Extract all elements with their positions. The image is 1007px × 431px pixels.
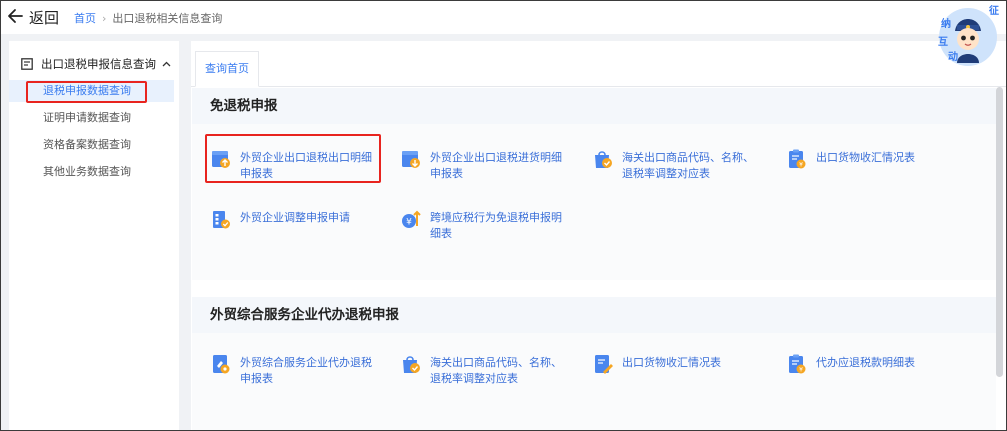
- sidebar: 出口退税申报信息查询 退税申报数据查询 证明申请数据查询 资格备案数据查询 其他…: [9, 41, 179, 430]
- breadcrumb-home[interactable]: 首页: [74, 10, 96, 26]
- document-icon: [21, 58, 33, 70]
- building-check-icon: [213, 211, 230, 229]
- top-header: 返回 首页 › 出口退税相关信息查询: [1, 1, 1006, 34]
- box-up-icon: [212, 151, 230, 168]
- sidebar-item-qualification-filing[interactable]: 资格备案数据查询: [9, 134, 174, 156]
- item-export-forex-receipt[interactable]: 出口货物收汇情况表: [592, 355, 764, 375]
- svg-text:¥: ¥: [799, 367, 803, 374]
- section-tax-exemption-refund: 免退税申报 外贸企业出口退税出口明细申报表 外贸企业出口退税进货明细申报表 海关…: [192, 88, 996, 280]
- assistant-mascot-icon[interactable]: 征 纳 互 动: [935, 3, 1001, 67]
- item-label: 外贸综合服务企业代办退税申报表: [240, 356, 372, 385]
- item-purchase-detail-declaration[interactable]: 外贸企业出口退税进货明细申报表: [400, 150, 570, 182]
- mascot-char-4: 动: [948, 50, 958, 63]
- sidebar-group-header[interactable]: 出口退税申报信息查询: [21, 55, 171, 73]
- breadcrumb: 首页 › 出口退税相关信息查询: [74, 10, 222, 26]
- doc-edit-icon: [595, 355, 613, 374]
- item-label: 跨境应税行为免退税申报明细表: [430, 211, 562, 240]
- chevron-up-icon: [162, 61, 171, 66]
- item-label: 海关出口商品代码、名称、退税率调整对应表: [622, 151, 754, 180]
- svg-text:¥: ¥: [406, 218, 412, 228]
- mascot-char-3: 互: [938, 36, 948, 48]
- back-arrow-icon[interactable]: [7, 7, 23, 25]
- breadcrumb-current: 出口退税相关信息查询: [112, 12, 223, 25]
- breadcrumb-separator-icon: ›: [102, 11, 107, 25]
- sidebar-item-refund-declaration[interactable]: 退税申报数据查询: [9, 80, 174, 102]
- item-comprehensive-refund-declaration[interactable]: 外贸综合服务企业代办退税申报表: [210, 355, 380, 387]
- clipboard-coin-icon: ¥: [789, 149, 806, 169]
- tab-query-home[interactable]: 查询首页: [195, 51, 259, 87]
- item-label: 外贸企业出口退税出口明细申报表: [240, 151, 372, 180]
- item-export-forex-receipt[interactable]: ¥ 出口货物收汇情况表: [786, 149, 956, 170]
- item-export-detail-declaration[interactable]: 外贸企业出口退税出口明细申报表: [210, 150, 380, 182]
- app-frame: 返回 首页 › 出口退税相关信息查询 出口退税申报信息查询 退税申报数据查询 证…: [0, 0, 1007, 431]
- bag-check-icon: [595, 151, 612, 168]
- sidebar-item-other-business[interactable]: 其他业务数据查询: [9, 161, 174, 183]
- main-panel: 查询首页 免退税申报 外贸企业出口退税出口明细申报表 外贸企业出口退税进货明细申…: [191, 41, 1006, 430]
- item-customs-code-table[interactable]: 海关出口商品代码、名称、退税率调整对应表: [592, 150, 764, 182]
- back-button[interactable]: 返回: [29, 7, 59, 28]
- item-label: 海关出口商品代码、名称、退税率调整对应表: [430, 356, 562, 385]
- item-label: 出口货物收汇情况表: [622, 356, 721, 369]
- item-customs-code-table[interactable]: 海关出口商品代码、名称、退税率调整对应表: [400, 355, 572, 387]
- box-down-icon: [402, 151, 420, 168]
- item-label: 外贸企业出口退税进货明细申报表: [430, 151, 562, 180]
- sidebar-group-label: 出口退税申报信息查询: [41, 57, 156, 71]
- item-agent-refund-detail[interactable]: ¥ 代办应退税款明细表: [786, 354, 956, 375]
- mascot-char-2: 纳: [941, 17, 951, 30]
- item-adjustment-application[interactable]: 外贸企业调整申报申请: [210, 210, 380, 230]
- coin-arrow-icon: ¥: [402, 210, 421, 228]
- svg-text:¥: ¥: [799, 162, 803, 169]
- item-label: 外贸企业调整申报申请: [240, 211, 350, 224]
- item-label: 出口货物收汇情况表: [816, 151, 915, 164]
- sidebar-item-certificate-application[interactable]: 证明申请数据查询: [9, 107, 174, 129]
- tab-bar: 查询首页: [191, 41, 1006, 87]
- bag-check-icon: [403, 356, 420, 373]
- item-cross-border-taxable-detail[interactable]: ¥ 跨境应税行为免退税申报明细表: [400, 210, 570, 242]
- section-comprehensive-service-refund: 外贸综合服务企业代办退税申报 外贸综合服务企业代办退税申报表 海关出口商品代码、…: [192, 297, 996, 430]
- section-body: 外贸企业出口退税出口明细申报表 外贸企业出口退税进货明细申报表 海关出口商品代码…: [192, 124, 996, 280]
- doc-gear-icon: [213, 355, 230, 374]
- section-body: 外贸综合服务企业代办退税申报表 海关出口商品代码、名称、退税率调整对应表 出口货…: [192, 333, 996, 430]
- clipboard-coin-icon: ¥: [789, 354, 806, 374]
- item-label: 代办应退税款明细表: [816, 356, 915, 369]
- mascot-char-1: 征: [989, 4, 999, 17]
- section-title: 外贸综合服务企业代办退税申报: [192, 297, 996, 333]
- section-title: 免退税申报: [192, 88, 996, 124]
- vertical-scrollbar[interactable]: [996, 87, 1003, 377]
